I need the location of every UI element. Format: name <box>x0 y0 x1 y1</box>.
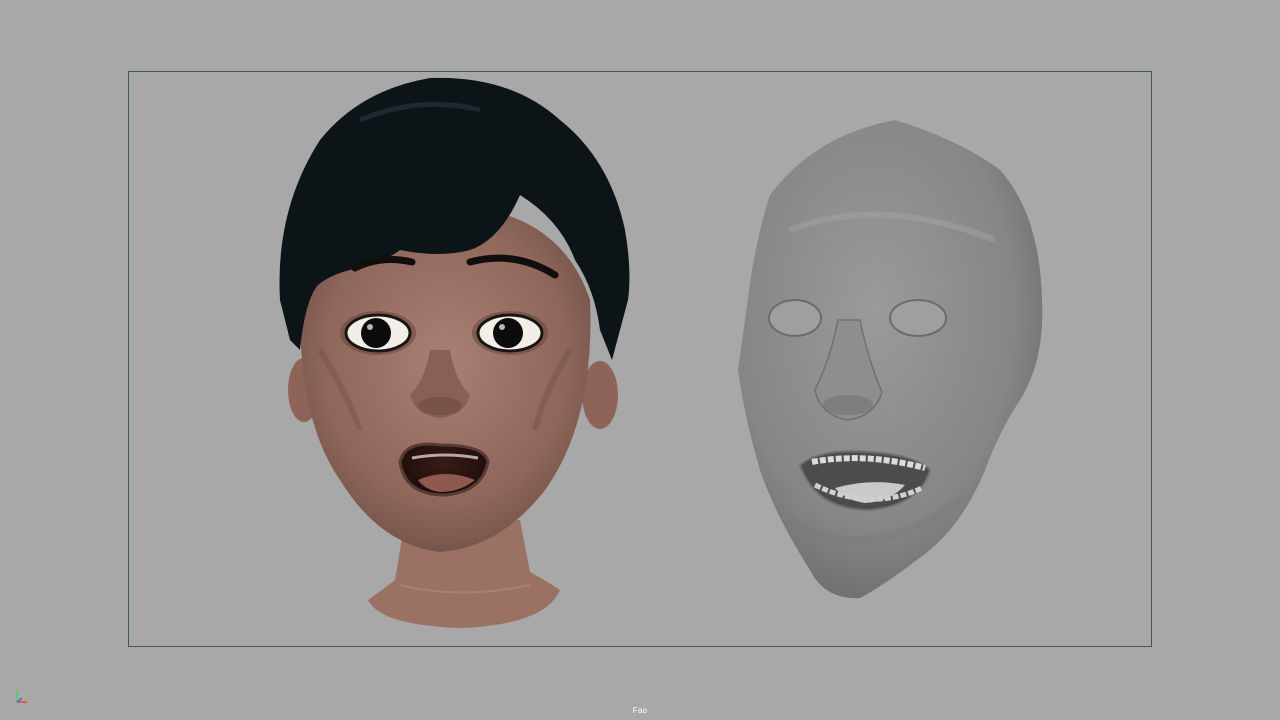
right-eye-highlight <box>499 324 505 330</box>
left-eye-socket <box>768 299 822 337</box>
face-mesh <box>738 120 1043 599</box>
3d-viewport[interactable]: Fao <box>0 0 1280 720</box>
left-pupil <box>361 318 391 348</box>
right-pupil <box>493 318 523 348</box>
camera-name-label: Fao <box>632 706 648 715</box>
cartoon-child-head[interactable] <box>279 77 630 628</box>
blendshape-face[interactable] <box>738 120 1043 599</box>
right-eye-socket <box>889 299 947 337</box>
nose-shadow <box>823 395 873 415</box>
nose-tip-shadow <box>418 397 462 415</box>
axis-gizmo-icon <box>16 690 27 703</box>
viewport-scene[interactable] <box>0 0 1280 720</box>
left-eye-highlight <box>367 324 373 330</box>
